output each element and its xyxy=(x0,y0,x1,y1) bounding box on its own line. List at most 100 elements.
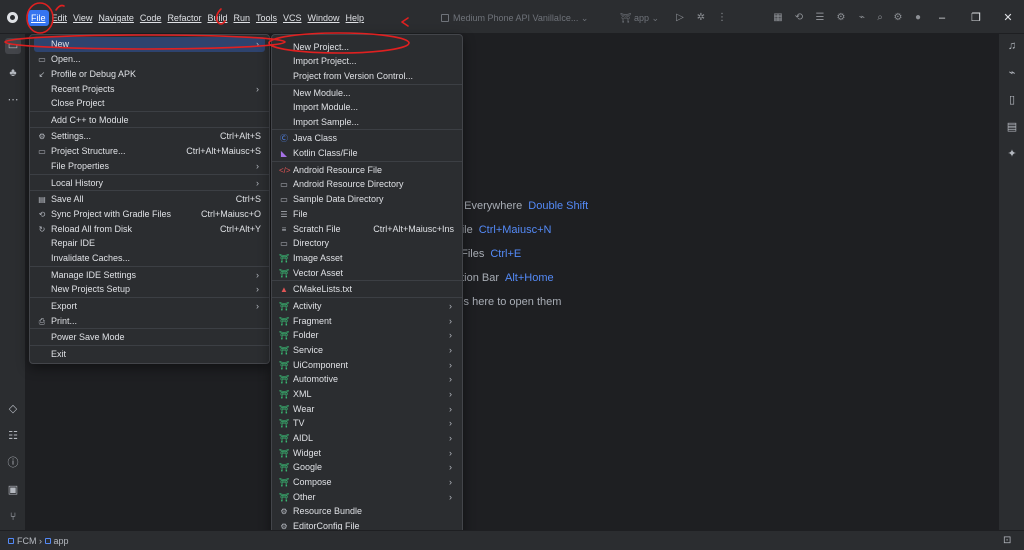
menu-help[interactable]: Help xyxy=(343,10,368,26)
menu-window[interactable]: Window xyxy=(305,10,343,26)
app-quality-icon[interactable]: ☷ xyxy=(5,428,21,444)
new-submenu-item-file[interactable]: ☰ File xyxy=(276,207,458,222)
new-submenu-item-uicomponent[interactable]: ⛩ UiComponent › xyxy=(276,358,458,373)
file-menu-item-local-history[interactable]: Local History › xyxy=(34,176,265,191)
menu-edit[interactable]: Edit xyxy=(49,10,71,26)
new-submenu-item-import-sample[interactable]: Import Sample... xyxy=(276,115,458,130)
menu-vcs[interactable]: VCS xyxy=(280,10,305,26)
new-submenu-item-resource-bundle[interactable]: ⚙ Resource Bundle xyxy=(276,504,458,519)
new-submenu-item-vector-asset[interactable]: ⛩ Vector Asset xyxy=(276,266,458,281)
new-submenu-item-compose[interactable]: ⛩ Compose › xyxy=(276,475,458,490)
new-submenu-item-sample-data-directory[interactable]: ▭ Sample Data Directory xyxy=(276,192,458,207)
file-menu-item-open[interactable]: ▭ Open... xyxy=(34,52,265,67)
menu-file[interactable]: File xyxy=(28,10,49,26)
resource-manager-icon[interactable]: ♣ xyxy=(5,65,21,81)
file-menu-item-reload-all-from-disk[interactable]: ↻ Reload All from Disk Ctrl+Alt+Y xyxy=(34,222,265,237)
menu-code[interactable]: Code xyxy=(137,10,165,26)
new-submenu-item-image-asset[interactable]: ⛩ Image Asset xyxy=(276,251,458,266)
device-manager-icon[interactable]: ▦ xyxy=(770,10,786,26)
structure-icon[interactable]: ☰ xyxy=(812,10,828,26)
menu-refactor[interactable]: Refactor xyxy=(164,10,204,26)
running-devices-icon[interactable]: ▤ xyxy=(1004,119,1020,135)
breadcrumb-item-module[interactable]: app xyxy=(54,536,69,546)
new-submenu-item-new-module[interactable]: New Module... xyxy=(276,86,458,101)
new-submenu-item-tv[interactable]: ⛩ TV › xyxy=(276,416,458,431)
file-menu-item-add-c-to-module[interactable]: Add C++ to Module xyxy=(34,113,265,128)
new-submenu-item-import-project[interactable]: Import Project... xyxy=(276,54,458,69)
more-vertical-icon[interactable]: ⋮ xyxy=(714,10,730,26)
new-submenu-item-scratch-file[interactable]: ≡ Scratch File Ctrl+Alt+Maiusc+Ins xyxy=(276,222,458,237)
menu-run[interactable]: Run xyxy=(230,10,253,26)
gemini-avatar-icon[interactable]: ● xyxy=(910,10,926,26)
sparkle-icon[interactable]: ✦ xyxy=(1004,146,1020,162)
new-submenu-item-directory[interactable]: ▭ Directory xyxy=(276,236,458,251)
android-studio-logo-icon[interactable] xyxy=(7,12,18,23)
file-menu-item-file-properties[interactable]: File Properties › xyxy=(34,159,265,174)
new-submenu-item-service[interactable]: ⛩ Service › xyxy=(276,343,458,358)
gear-icon[interactable]: ⚙ xyxy=(890,10,906,26)
git-icon[interactable]: ⑂ xyxy=(5,509,21,525)
menu-build[interactable]: Build xyxy=(204,10,230,26)
new-submenu-item-fragment[interactable]: ⛩ Fragment › xyxy=(276,314,458,329)
new-submenu-item-java-class[interactable]: Ⓒ Java Class xyxy=(276,131,458,146)
new-submenu-item-automotive[interactable]: ⛩ Automotive › xyxy=(276,372,458,387)
file-menu-item-settings[interactable]: ⚙ Settings... Ctrl+Alt+S xyxy=(34,129,265,144)
file-menu-item-close-project[interactable]: Close Project xyxy=(34,96,265,111)
file-menu-item-new-projects-setup[interactable]: New Projects Setup › xyxy=(34,282,265,297)
new-submenu-item-activity[interactable]: ⛩ Activity › xyxy=(276,299,458,314)
gradle-icon[interactable]: ⌁ xyxy=(1004,65,1020,81)
more-horizontal-icon[interactable]: ⋯ xyxy=(5,92,21,108)
file-menu-item-invalidate-caches[interactable]: Invalidate Caches... xyxy=(34,251,265,266)
new-submenu-item-aidl[interactable]: ⛩ AIDL › xyxy=(276,431,458,446)
terminal-icon[interactable]: ▣ xyxy=(5,482,21,498)
sync-icon[interactable]: ⟲ xyxy=(791,10,807,26)
menu-item-label: Settings... xyxy=(51,131,92,141)
new-submenu-item-folder[interactable]: ⛩ Folder › xyxy=(276,328,458,343)
search-icon[interactable]: ⌕ xyxy=(872,10,888,26)
new-submenu-item-import-module[interactable]: Import Module... xyxy=(276,100,458,115)
minimize-icon[interactable]: – xyxy=(932,8,952,28)
file-menu-item-profile-or-debug-apk[interactable]: ↙ Profile or Debug APK xyxy=(34,67,265,82)
file-menu-item-recent-projects[interactable]: Recent Projects › xyxy=(34,82,265,97)
file-menu-item-print[interactable]: ⎙ Print... xyxy=(34,314,265,329)
file-menu-item-save-all[interactable]: ▤ Save All Ctrl+S xyxy=(34,192,265,207)
file-menu-item-manage-ide-settings[interactable]: Manage IDE Settings › xyxy=(34,268,265,283)
new-submenu-item-new-project[interactable]: New Project... xyxy=(276,40,458,55)
device-manager-icon[interactable]: ▯ xyxy=(1004,92,1020,108)
new-submenu-item-wear[interactable]: ⛩ Wear › xyxy=(276,402,458,417)
project-folder-icon[interactable]: ▭ xyxy=(5,38,21,54)
file-menu-item-exit[interactable]: Exit xyxy=(34,347,265,362)
new-submenu-item-google[interactable]: ⛩ Google › xyxy=(276,460,458,475)
maximize-icon[interactable]: ❐ xyxy=(966,8,986,28)
menu-navigate[interactable]: Navigate xyxy=(95,10,137,26)
file-menu-item-repair-ide[interactable]: Repair IDE xyxy=(34,236,265,251)
new-submenu-item-kotlin-class-file[interactable]: ◣ Kotlin Class/File xyxy=(276,146,458,161)
new-submenu-item-project-from-version-control[interactable]: Project from Version Control... xyxy=(276,69,458,84)
file-menu-item-export[interactable]: Export › xyxy=(34,299,265,314)
file-menu-item-sync-project-with-gradle-files[interactable]: ⟲ Sync Project with Gradle Files Ctrl+Maiu… xyxy=(34,207,265,222)
file-menu-item-project-structure[interactable]: ▭ Project Structure... Ctrl+Alt+Maiusc+S xyxy=(34,144,265,159)
debug-icon[interactable]: ✲ xyxy=(693,10,709,26)
gemini-icon[interactable]: ◇ xyxy=(5,401,21,417)
android-icon: ⛩ xyxy=(279,317,290,326)
close-icon[interactable]: ✕ xyxy=(998,8,1018,28)
run-configuration-selector[interactable]: Medium Phone API VanillaIce... ⌄ xyxy=(441,10,588,26)
file-menu-item-new[interactable]: New › xyxy=(34,37,265,52)
new-submenu-item-android-resource-directory[interactable]: ▭ Android Resource Directory xyxy=(276,177,458,192)
new-submenu-item-android-resource-file[interactable]: </> Android Resource File xyxy=(276,163,458,178)
layout-icon[interactable]: ⊡ xyxy=(1003,535,1011,546)
file-menu-item-power-save-mode[interactable]: Power Save Mode xyxy=(34,330,265,345)
inspect-icon[interactable]: ⚙ xyxy=(833,10,849,26)
notifications-icon[interactable]: ♫ xyxy=(1004,38,1020,54)
menu-tools[interactable]: Tools xyxy=(253,10,280,26)
breadcrumb-item-project[interactable]: FCM xyxy=(17,536,37,546)
run-icon[interactable]: ▷ xyxy=(672,10,688,26)
new-submenu-item-xml[interactable]: ⛩ XML › xyxy=(276,387,458,402)
app-module-selector[interactable]: ⛩ app ⌄ xyxy=(620,10,659,26)
problems-icon[interactable]: ⓘ xyxy=(5,455,21,471)
sdk-icon[interactable]: ⌁ xyxy=(854,10,870,26)
new-submenu-item-widget[interactable]: ⛩ Widget › xyxy=(276,446,458,461)
menu-view[interactable]: View xyxy=(70,10,95,26)
new-submenu-item-cmakelists-txt[interactable]: ▲ CMakeLists.txt xyxy=(276,282,458,297)
new-submenu-item-other[interactable]: ⛩ Other › xyxy=(276,490,458,505)
